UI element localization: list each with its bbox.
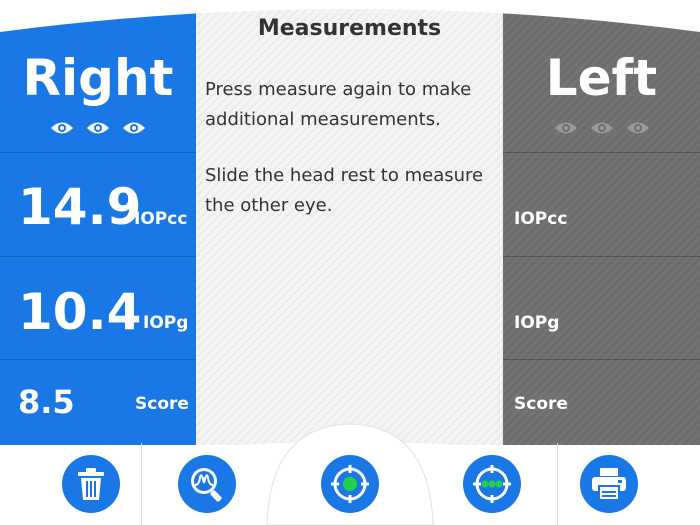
left-iopcc-row: IOPcc (503, 152, 700, 256)
multi-measure-button[interactable] (463, 455, 521, 513)
right-eye-title: Right (22, 49, 174, 107)
right-eye-panel[interactable]: Right 14.9 IOPcc 10.4 IOPg 8.5 Score (0, 0, 196, 445)
waveform-analysis-button[interactable] (178, 455, 236, 513)
right-iopcc-row: 14.9 IOPcc (0, 152, 196, 256)
delete-button[interactable] (62, 455, 120, 513)
toolbar-divider (557, 443, 558, 525)
right-score-value: 8.5 (18, 383, 75, 421)
waveform-search-icon (191, 468, 222, 502)
right-iopg-label: IOPg (143, 313, 189, 333)
right-iopcc-label: IOPcc (134, 209, 188, 229)
left-score-label: Score (514, 394, 568, 414)
eye-icon (87, 122, 109, 134)
trash-icon (78, 468, 104, 500)
eye-icon (123, 122, 145, 134)
right-iopg-row: 10.4 IOPg (0, 256, 196, 360)
left-iopg-row: IOPg (503, 256, 700, 360)
printer-icon (592, 468, 626, 501)
eye-icon (626, 122, 649, 134)
measure-button[interactable] (321, 455, 379, 513)
left-eye-title: Left (545, 49, 658, 107)
measure-again-message: Press measure again to make additional m… (205, 79, 472, 130)
left-iopg-label: IOPg (514, 313, 560, 333)
eye-icon (51, 122, 73, 134)
print-button[interactable] (580, 455, 638, 513)
eye-icon (554, 122, 577, 134)
eye-icon (590, 122, 613, 134)
right-eye-indicators (0, 120, 196, 136)
right-iopg-value: 10.4 (18, 283, 142, 341)
multi-measure-icon (473, 465, 511, 503)
left-eye-panel[interactable]: Left IOPcc IOPg Score (503, 0, 700, 445)
toolbar-divider (141, 443, 142, 525)
right-iopcc-value: 14.9 (18, 178, 142, 236)
right-score-label: Score (135, 394, 189, 414)
left-iopcc-label: IOPcc (514, 209, 568, 229)
measure-target-icon (331, 465, 369, 503)
measurements-title: Measurements (257, 16, 442, 41)
left-eye-indicators (503, 120, 700, 136)
screen: Right 14.9 IOPcc 10.4 IOPg 8.5 Score Mea… (0, 0, 700, 525)
head-rest-message: Slide the head rest to measure the other… (205, 165, 484, 216)
measurements-panel: Measurements Press measure again to make… (196, 0, 503, 445)
